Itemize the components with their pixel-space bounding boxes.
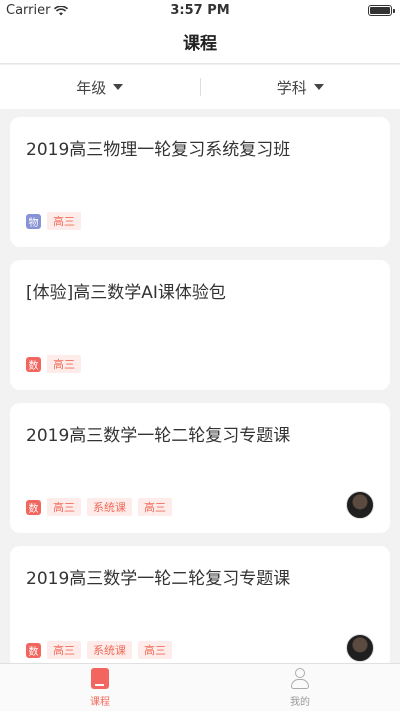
tag: 高三 xyxy=(138,498,172,516)
battery-icon xyxy=(368,5,395,16)
course-card[interactable]: [体验]高三数学AI课体验包 数 高三 xyxy=(10,260,390,390)
grade-filter-label: 年级 xyxy=(76,78,107,97)
caret-down-icon xyxy=(113,84,124,90)
page-title: 课程 xyxy=(183,34,217,54)
status-bar: Carrier 3:57 PM xyxy=(0,0,400,20)
tag: 高三 xyxy=(47,355,81,373)
course-title: 2019高三物理一轮复习系统复习班 xyxy=(26,140,291,160)
course-list[interactable]: 2019高三物理一轮复习系统复习班 物 高三 [体验]高三数学AI课体验包 数 … xyxy=(0,109,400,663)
course-card[interactable]: 2019高三数学一轮二轮复习专题课 数 高三 系统课 高三 xyxy=(10,403,390,533)
grade-filter[interactable]: 年级 xyxy=(0,77,200,98)
subject-badge: 数 xyxy=(26,642,41,658)
tab-mine-label: 我的 xyxy=(290,696,310,708)
tag: 系统课 xyxy=(87,641,132,659)
tag: 高三 xyxy=(138,641,172,659)
filter-bar: 年级 学科 xyxy=(0,65,400,109)
subject-badge: 数 xyxy=(26,356,41,372)
subject-filter-label: 学科 xyxy=(276,78,307,97)
subject-badge: 数 xyxy=(26,499,41,515)
tab-bar: 课程 我的 xyxy=(0,663,400,711)
course-tags: 物 高三 xyxy=(26,212,81,230)
course-tags: 数 高三 xyxy=(26,355,81,373)
teacher-avatar xyxy=(346,634,374,662)
tab-courses-label: 课程 xyxy=(90,696,110,708)
tab-mine[interactable]: 我的 xyxy=(200,664,400,711)
subject-filter[interactable]: 学科 xyxy=(201,77,400,98)
person-icon xyxy=(290,667,310,690)
tag: 高三 xyxy=(47,498,81,516)
tag: 高三 xyxy=(47,212,81,230)
tag: 高三 xyxy=(47,641,81,659)
book-icon xyxy=(91,668,109,689)
nav-bar: 课程 xyxy=(0,20,400,64)
clock: 3:57 PM xyxy=(170,3,230,18)
course-card[interactable]: 2019高三物理一轮复习系统复习班 物 高三 xyxy=(10,117,390,247)
tag: 系统课 xyxy=(87,498,132,516)
teacher-avatar xyxy=(346,491,374,519)
tab-courses[interactable]: 课程 xyxy=(0,664,200,711)
course-tags: 数 高三 系统课 高三 xyxy=(26,641,172,659)
subject-badge: 物 xyxy=(26,213,41,229)
course-title: 2019高三数学一轮二轮复习专题课 xyxy=(26,426,291,446)
course-title: 2019高三数学一轮二轮复习专题课 xyxy=(26,569,291,589)
caret-down-icon xyxy=(313,84,324,90)
course-title: [体验]高三数学AI课体验包 xyxy=(26,283,226,303)
course-card[interactable]: 2019高三数学一轮二轮复习专题课 数 高三 系统课 高三 xyxy=(10,546,390,663)
course-tags: 数 高三 系统课 高三 xyxy=(26,498,172,516)
